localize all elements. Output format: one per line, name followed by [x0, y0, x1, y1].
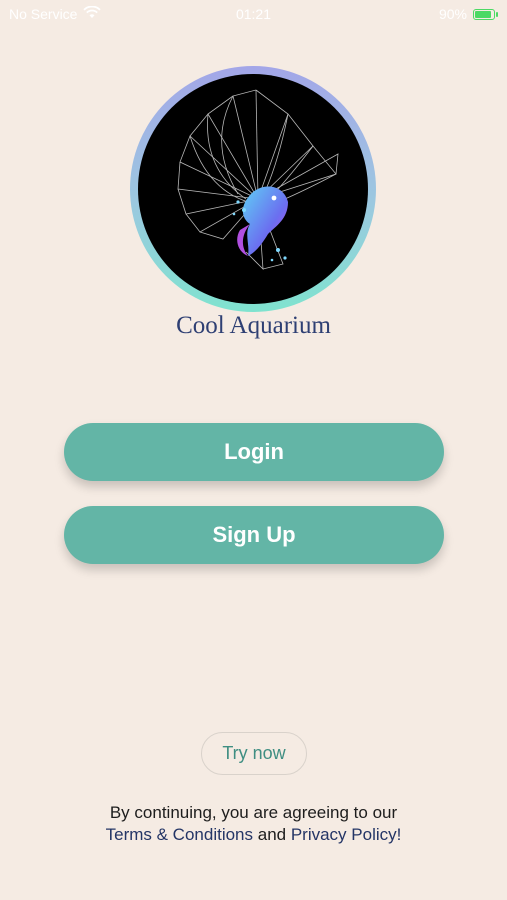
betta-fish-logo [177, 89, 339, 271]
legal-links-line: Terms & Conditions and Privacy Policy! [0, 824, 507, 846]
battery-fill [475, 10, 492, 18]
battery-percent: 90% [438, 6, 467, 22]
status-bar: No Service 01:21 90% [0, 0, 507, 28]
battery-charging-icon [473, 8, 498, 20]
logo-disc [138, 74, 368, 304]
terms-link[interactable]: Terms & Conditions [106, 825, 253, 844]
try-now-button[interactable]: Try now [201, 732, 307, 775]
privacy-link[interactable]: Privacy Policy! [291, 825, 402, 844]
login-button[interactable]: Login [64, 423, 444, 481]
legal-and: and [253, 825, 291, 844]
app-title: Cool Aquarium [176, 312, 331, 339]
status-right: 90% [438, 6, 498, 22]
welcome-screen: No Service 01:21 90% Cool Aquarium Login… [0, 0, 507, 900]
app-logo [130, 66, 376, 312]
signup-button[interactable]: Sign Up [64, 506, 444, 564]
legal-notice: By continuing, you are agreeing to our T… [0, 802, 507, 846]
status-time: 01:21 [235, 6, 272, 22]
legal-intro: By continuing, you are agreeing to our [109, 803, 398, 822]
